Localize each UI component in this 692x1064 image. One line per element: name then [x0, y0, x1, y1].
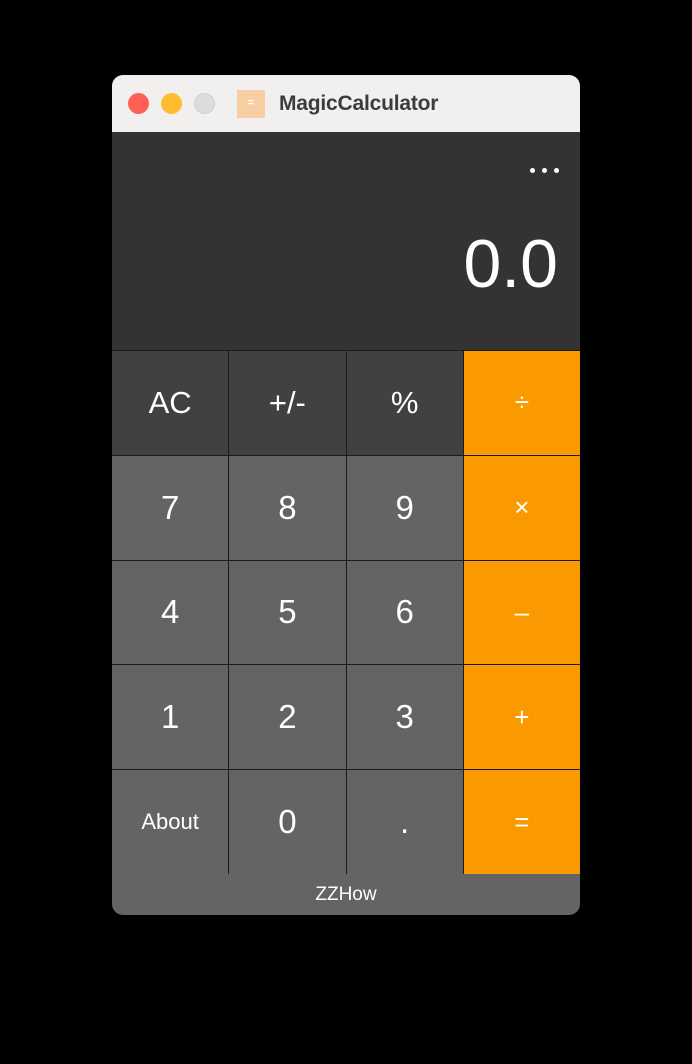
key-9[interactable]: 9: [347, 456, 463, 560]
window-title: MagicCalculator: [279, 92, 438, 116]
key-subtract[interactable]: –: [464, 561, 580, 665]
key-decimal[interactable]: .: [347, 770, 463, 874]
display-value: 0.0: [463, 230, 558, 298]
key-3[interactable]: 3: [347, 665, 463, 769]
calculator-display: 0.0: [112, 132, 580, 350]
overflow-dots-icon: [530, 168, 559, 173]
key-equals[interactable]: =: [464, 770, 580, 874]
equals-app-icon: =: [237, 90, 265, 118]
title-bar: = MagicCalculator: [112, 75, 580, 132]
key-7[interactable]: 7: [112, 456, 228, 560]
key-8[interactable]: 8: [229, 456, 345, 560]
key-sign-toggle[interactable]: +/-: [229, 351, 345, 455]
status-bar-label: ZZHow: [315, 884, 376, 906]
key-about[interactable]: About: [112, 770, 228, 874]
zoom-button[interactable]: [194, 93, 215, 114]
window-controls: [128, 93, 215, 114]
status-bar: ZZHow: [112, 874, 580, 915]
key-5[interactable]: 5: [229, 561, 345, 665]
key-all-clear[interactable]: AC: [112, 351, 228, 455]
key-4[interactable]: 4: [112, 561, 228, 665]
key-0[interactable]: 0: [229, 770, 345, 874]
key-1[interactable]: 1: [112, 665, 228, 769]
key-6[interactable]: 6: [347, 561, 463, 665]
key-2[interactable]: 2: [229, 665, 345, 769]
minimize-button[interactable]: [161, 93, 182, 114]
calculator-window: = MagicCalculator 0.0 AC+/-%÷ 789× 456– 123…: [112, 75, 580, 915]
key-divide[interactable]: ÷: [464, 351, 580, 455]
close-button[interactable]: [128, 93, 149, 114]
key-add[interactable]: +: [464, 665, 580, 769]
key-percent[interactable]: %: [347, 351, 463, 455]
key-multiply[interactable]: ×: [464, 456, 580, 560]
keypad: AC+/-%÷ 789× 456– 123+ About0.=: [112, 350, 580, 874]
equals-glyph: =: [248, 98, 254, 109]
